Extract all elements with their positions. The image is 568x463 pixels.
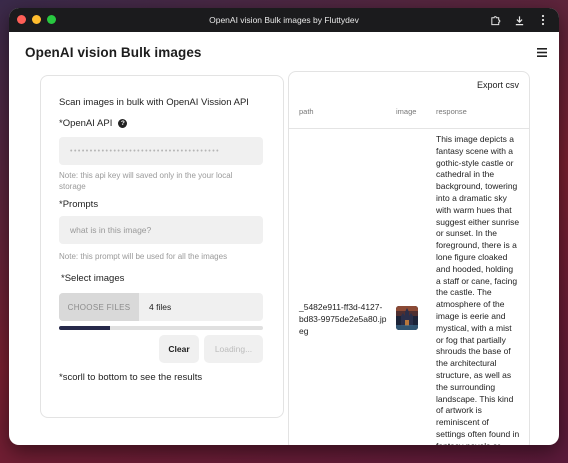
maximize-window-button[interactable] <box>47 15 56 24</box>
prompts-label: *Prompts <box>59 199 99 210</box>
window-title: OpenAI vision Bulk images by Fluttydev <box>209 15 359 25</box>
select-images-label: *Select images <box>61 273 125 284</box>
minimize-window-button[interactable] <box>32 15 41 24</box>
api-label-row: *OpenAI API ? <box>59 118 128 129</box>
more-vert-icon[interactable] <box>537 13 549 27</box>
progress-bar <box>59 326 263 330</box>
api-label: *OpenAI API <box>59 118 113 129</box>
help-icon[interactable]: ? <box>118 119 128 128</box>
column-header-response: response <box>436 107 467 116</box>
title-bar: OpenAI vision Bulk images by Fluttydev <box>9 8 559 32</box>
hamburger-menu-icon[interactable] <box>537 45 547 60</box>
row-path-cell: _5482e911-ff3d-4127-bd83-9975de2e5a80.jp… <box>299 302 387 336</box>
app-bar: OpenAI vision Bulk images <box>9 32 559 72</box>
export-csv-button[interactable]: Export csv <box>477 80 519 90</box>
form-heading: Scan images in bulk with OpenAI Vission … <box>59 97 249 108</box>
header-divider <box>289 128 529 129</box>
results-card: Export csv path image response _5482e911… <box>288 71 530 445</box>
file-picker: CHOOSE FILES 4 files <box>59 293 263 321</box>
row-response-cell: This image depicts a fantasy scene with … <box>436 134 520 445</box>
close-window-button[interactable] <box>17 15 26 24</box>
column-header-image: image <box>396 107 417 116</box>
extension-icon[interactable] <box>489 13 501 27</box>
download-icon[interactable] <box>513 13 525 27</box>
api-key-input[interactable]: •••••••••••••••••••••••••••••••••••••• <box>59 137 263 165</box>
window-controls <box>17 15 56 24</box>
clear-button[interactable]: Clear <box>159 335 199 363</box>
app-title: OpenAI vision Bulk images <box>25 44 202 60</box>
column-header-path: path <box>299 107 314 116</box>
files-count: 4 files <box>149 302 172 312</box>
castle-thumbnail-image[interactable] <box>396 306 418 330</box>
prompt-input[interactable]: what is in this image? <box>59 216 263 244</box>
choose-files-button[interactable]: CHOOSE FILES <box>59 293 139 321</box>
scan-form-card: Scan images in bulk with OpenAI Vission … <box>40 75 284 418</box>
app-window: OpenAI vision Bulk images by Fluttydev O… <box>9 8 559 445</box>
loading-button[interactable]: Loading... <box>204 335 263 363</box>
prompt-note: Note: this prompt will be used for all t… <box>59 252 228 261</box>
scroll-note: *scorll to bottom to see the results <box>59 372 203 383</box>
main-content: Scan images in bulk with OpenAI Vission … <box>9 71 559 445</box>
api-key-note: Note: this api key will saved only in th… <box>59 171 233 191</box>
progress-fill <box>59 326 110 330</box>
